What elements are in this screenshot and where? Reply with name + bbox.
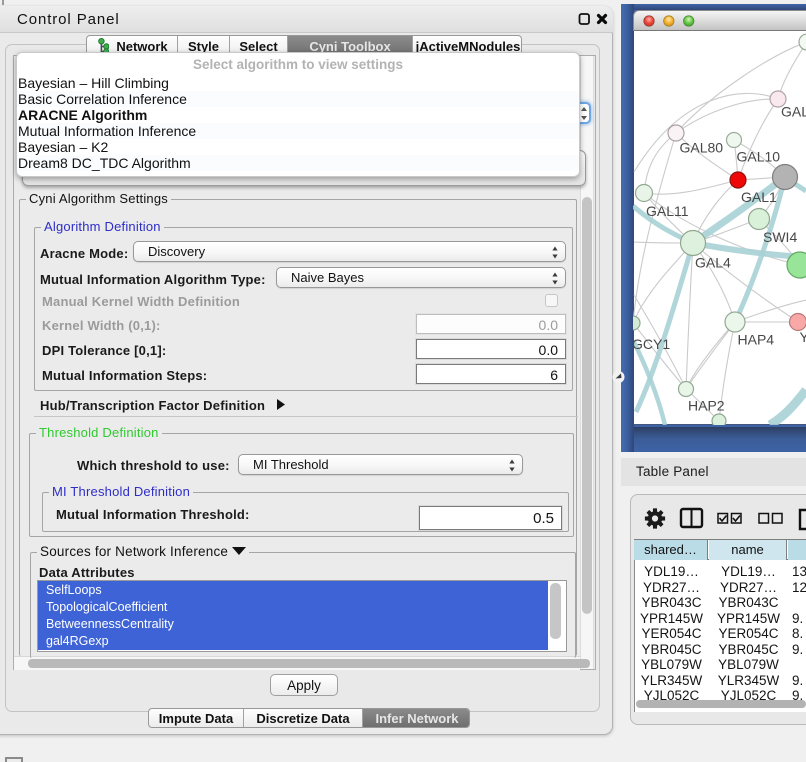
svg-text:SWI4: SWI4 [763, 229, 797, 245]
svg-text:GAL80: GAL80 [680, 140, 724, 156]
svg-text:HAP4: HAP4 [738, 332, 775, 348]
svg-text:GAL4: GAL4 [695, 255, 731, 271]
svg-text:GAL: GAL [781, 104, 806, 120]
svg-text:GAL10: GAL10 [737, 149, 781, 165]
svg-text:GAL1: GAL1 [741, 189, 777, 205]
svg-text:HAP2: HAP2 [688, 398, 725, 414]
svg-text:GCY1: GCY1 [633, 336, 670, 352]
svg-text:GAL11: GAL11 [646, 203, 689, 219]
svg-text:Y: Y [800, 329, 806, 345]
